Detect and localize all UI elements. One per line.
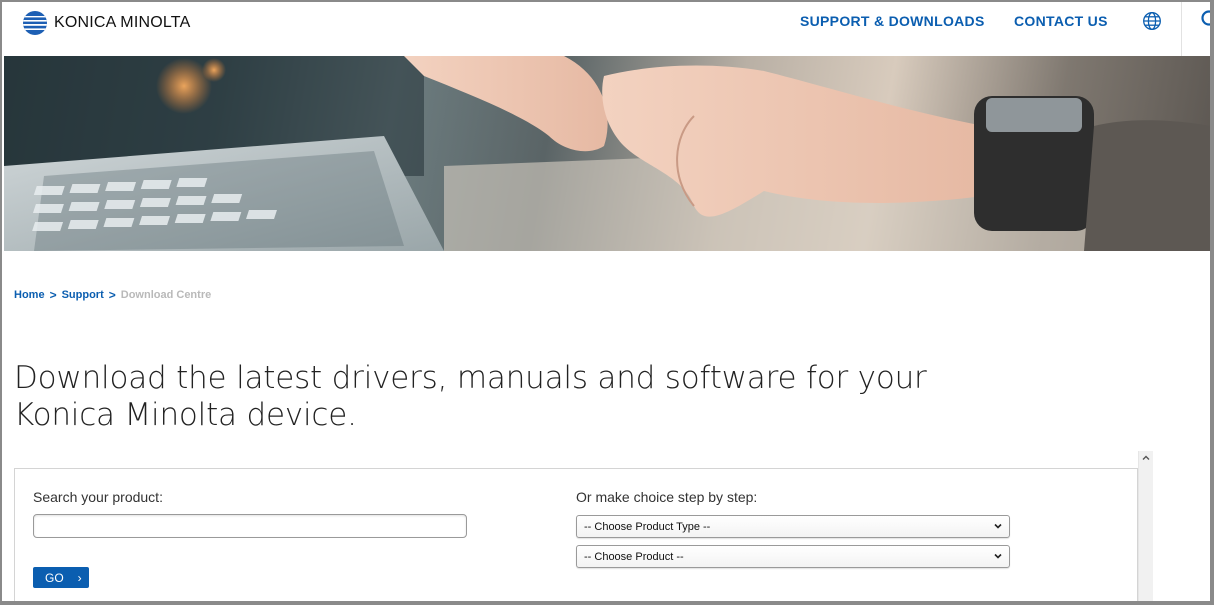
search-product-label: Search your product: (33, 489, 163, 505)
breadcrumb-support[interactable]: Support (62, 289, 104, 301)
step-by-step-label: Or make choice step by step: (576, 489, 758, 505)
konica-minolta-logo[interactable]: KONICA MINOLTA (22, 10, 190, 36)
product-type-select-value: -- Choose Product Type -- (584, 520, 711, 533)
product-type-select[interactable]: -- Choose Product Type -- (576, 515, 1010, 538)
go-button[interactable]: GO › (33, 567, 89, 588)
nav-contact-us-link[interactable]: CONTACT US (1014, 13, 1108, 29)
hero-banner-image (4, 56, 1210, 251)
globe-icon[interactable] (1142, 11, 1162, 31)
product-select-value: -- Choose Product -- (584, 550, 684, 563)
go-button-label: GO (45, 570, 64, 585)
site-header: KONICA MINOLTA SUPPORT & DOWNLOADS CONTA… (4, 2, 1214, 56)
breadcrumb-current: Download Centre (120, 289, 212, 301)
breadcrumb-separator-icon: > (108, 288, 116, 302)
page-title: Download the latest drivers, manuals and… (14, 360, 927, 433)
search-icon[interactable] (1194, 8, 1214, 32)
hero-illustration (4, 56, 1210, 251)
chevron-right-icon: › (77, 570, 82, 585)
nav-support-downloads[interactable]: SUPPORT & DOWNLOADS (800, 2, 985, 40)
product-search-panel: Search your product: GO › Or make choice… (14, 468, 1138, 605)
konica-minolta-globe-icon (23, 11, 47, 35)
product-select[interactable]: -- Choose Product -- (576, 545, 1010, 568)
breadcrumb: Home > Support > Download Centre (14, 288, 211, 302)
header-divider (1181, 2, 1182, 56)
scroll-up-arrow-icon[interactable] (1141, 453, 1151, 463)
logo-text: KONICA MINOLTA (54, 14, 191, 31)
breadcrumb-separator-icon: > (49, 288, 57, 302)
chevron-down-icon (994, 523, 1002, 529)
product-search-input[interactable] (33, 514, 467, 538)
nav-contact-us[interactable]: CONTACT US (1014, 2, 1108, 40)
nav-support-downloads-link[interactable]: SUPPORT & DOWNLOADS (800, 13, 985, 29)
breadcrumb-home[interactable]: Home (14, 289, 45, 301)
chevron-down-icon (994, 553, 1002, 559)
panel-scrollbar[interactable] (1138, 451, 1153, 605)
